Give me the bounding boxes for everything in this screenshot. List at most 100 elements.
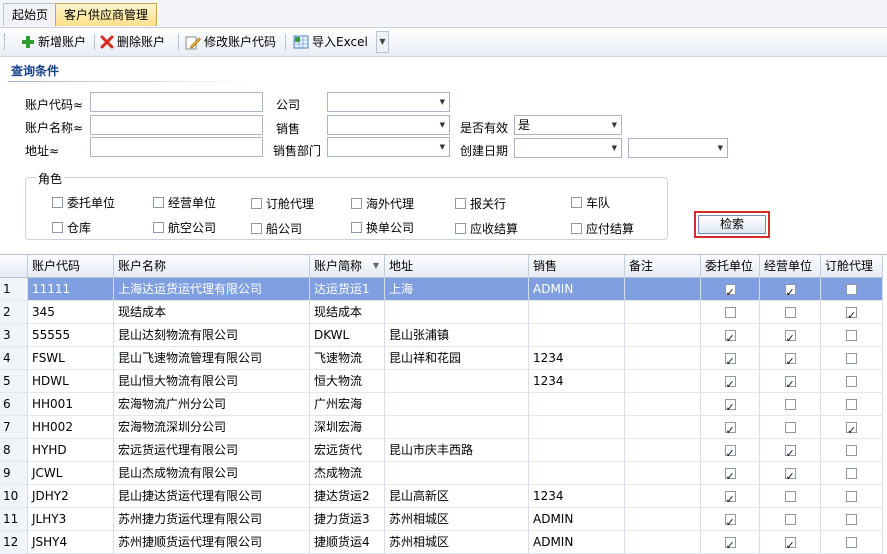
cell-operating-unit[interactable] xyxy=(760,531,821,554)
row-number[interactable]: 12 xyxy=(0,531,28,554)
cell-account-short[interactable]: 捷达货运2 xyxy=(310,485,385,508)
checkbox[interactable] xyxy=(784,327,796,346)
cell-operating-unit[interactable] xyxy=(760,485,821,508)
role-checkbox-overseas-agent[interactable]: 海外代理 xyxy=(351,195,414,212)
row-number[interactable]: 2 xyxy=(0,301,28,324)
header-note[interactable]: 备注 xyxy=(625,255,701,278)
role-checkbox-payable[interactable]: 应付结算 xyxy=(571,220,634,237)
checkbox[interactable] xyxy=(251,198,262,209)
table-row[interactable]: 10 JDHY2 昆山捷达货运代理有限公司 捷达货运2 昆山高新区 1234 xyxy=(0,485,887,508)
row-number[interactable]: 8 xyxy=(0,439,28,462)
header-address[interactable]: 地址 xyxy=(385,255,529,278)
header-consignor[interactable]: 委托单位 xyxy=(701,255,760,278)
cell-account-short[interactable]: 现结成本 xyxy=(310,301,385,324)
cell-account-name[interactable]: 现结成本 xyxy=(114,301,310,324)
cell-account-code[interactable]: 11111 xyxy=(28,278,114,301)
cell-operating-unit[interactable] xyxy=(760,439,821,462)
cell-account-short[interactable]: 杰成物流 xyxy=(310,462,385,485)
add-account-button[interactable]: 新增账户 xyxy=(21,32,86,52)
cell-note[interactable] xyxy=(625,278,701,301)
checkbox[interactable] xyxy=(153,197,164,208)
cell-note[interactable] xyxy=(625,347,701,370)
cell-account-short[interactable]: 深圳宏海 xyxy=(310,416,385,439)
cell-sales[interactable] xyxy=(529,324,625,347)
checkbox[interactable] xyxy=(846,514,857,525)
tab-customer-supplier[interactable]: 客户供应商管理 xyxy=(55,3,158,26)
cell-account-code[interactable]: JDHY2 xyxy=(28,485,114,508)
checkbox[interactable] xyxy=(455,223,466,234)
sales-dept-select[interactable] xyxy=(327,137,450,157)
table-row[interactable]: 5 HDWL 昆山恒大物流有限公司 恒大物流 1234 xyxy=(0,370,887,393)
checkbox[interactable] xyxy=(846,330,857,341)
cell-booking-agent[interactable] xyxy=(821,370,883,393)
cell-account-name[interactable]: 昆山达刻物流有限公司 xyxy=(114,324,310,347)
checkbox[interactable] xyxy=(846,491,857,502)
cell-consignor[interactable] xyxy=(701,393,760,416)
checkbox[interactable] xyxy=(784,281,796,300)
cell-account-short[interactable]: 恒大物流 xyxy=(310,370,385,393)
cell-account-short[interactable]: DKWL xyxy=(310,324,385,347)
checkbox[interactable] xyxy=(724,442,736,461)
delete-account-button[interactable]: 删除账户 xyxy=(100,32,165,52)
cell-consignor[interactable] xyxy=(701,485,760,508)
cell-account-name[interactable]: 宏海物流广州分公司 xyxy=(114,393,310,416)
cell-account-code[interactable]: HH002 xyxy=(28,416,114,439)
valid-select[interactable]: 是 xyxy=(514,115,622,135)
cell-address[interactable] xyxy=(385,370,529,393)
cell-sales[interactable] xyxy=(529,462,625,485)
table-row[interactable]: 12 JSHY4 苏州捷顺货运代理有限公司 捷顺货运4 苏州相城区 ADMIN xyxy=(0,531,887,554)
row-number[interactable]: 3 xyxy=(0,324,28,347)
address-input[interactable] xyxy=(90,137,263,157)
cell-account-code[interactable]: HYHD xyxy=(28,439,114,462)
table-row[interactable]: 2 345 现结成本 现结成本 xyxy=(0,301,887,324)
role-checkbox-consignor[interactable]: 委托单位 xyxy=(52,194,115,211)
row-number[interactable]: 5 xyxy=(0,370,28,393)
role-checkbox-shipping-company[interactable]: 船公司 xyxy=(251,220,302,237)
role-checkbox-booking-agent[interactable]: 订舱代理 xyxy=(251,195,314,212)
cell-sales[interactable]: ADMIN xyxy=(529,508,625,531)
checkbox[interactable] xyxy=(724,396,736,415)
account-name-input[interactable] xyxy=(90,115,263,135)
cell-note[interactable] xyxy=(625,439,701,462)
cell-address[interactable]: 苏州相城区 xyxy=(385,531,529,554)
cell-consignor[interactable] xyxy=(701,439,760,462)
account-code-input[interactable] xyxy=(90,92,263,112)
tab-start-page[interactable]: 起始页 xyxy=(3,3,58,26)
checkbox[interactable] xyxy=(724,534,736,553)
checkbox[interactable] xyxy=(724,307,736,318)
cell-address[interactable]: 昆山祥和花园 xyxy=(385,347,529,370)
checkbox[interactable] xyxy=(724,350,736,369)
search-button[interactable]: 检索 xyxy=(698,215,766,234)
cell-note[interactable] xyxy=(625,462,701,485)
toolbar-grip[interactable] xyxy=(4,34,8,50)
cell-operating-unit[interactable] xyxy=(760,324,821,347)
checkbox[interactable] xyxy=(846,304,857,323)
cell-account-code[interactable]: FSWL xyxy=(28,347,114,370)
cell-account-code[interactable]: 55555 xyxy=(28,324,114,347)
cell-account-code[interactable]: 345 xyxy=(28,301,114,324)
cell-address[interactable] xyxy=(385,301,529,324)
checkbox[interactable] xyxy=(784,307,796,318)
cell-account-name[interactable]: 昆山恒大物流有限公司 xyxy=(114,370,310,393)
cell-consignor[interactable] xyxy=(701,370,760,393)
company-select[interactable] xyxy=(327,92,450,112)
cell-sales[interactable]: ADMIN xyxy=(529,531,625,554)
cell-consignor[interactable] xyxy=(701,324,760,347)
checkbox[interactable] xyxy=(724,281,736,300)
role-checkbox-fleet[interactable]: 车队 xyxy=(571,194,610,211)
cell-operating-unit[interactable] xyxy=(760,370,821,393)
cell-booking-agent[interactable] xyxy=(821,508,883,531)
cell-booking-agent[interactable] xyxy=(821,416,883,439)
cell-account-short[interactable]: 飞速物流 xyxy=(310,347,385,370)
checkbox[interactable] xyxy=(724,327,736,346)
cell-consignor[interactable] xyxy=(701,531,760,554)
checkbox[interactable] xyxy=(846,419,857,438)
table-row[interactable]: 6 HH001 宏海物流广州分公司 广州宏海 xyxy=(0,393,887,416)
cell-sales[interactable] xyxy=(529,393,625,416)
checkbox[interactable] xyxy=(724,419,736,438)
checkbox[interactable] xyxy=(846,468,857,479)
cell-address[interactable]: 昆山市庆丰西路 xyxy=(385,439,529,462)
cell-booking-agent[interactable] xyxy=(821,462,883,485)
cell-consignor[interactable] xyxy=(701,301,760,324)
checkbox[interactable] xyxy=(846,353,857,364)
